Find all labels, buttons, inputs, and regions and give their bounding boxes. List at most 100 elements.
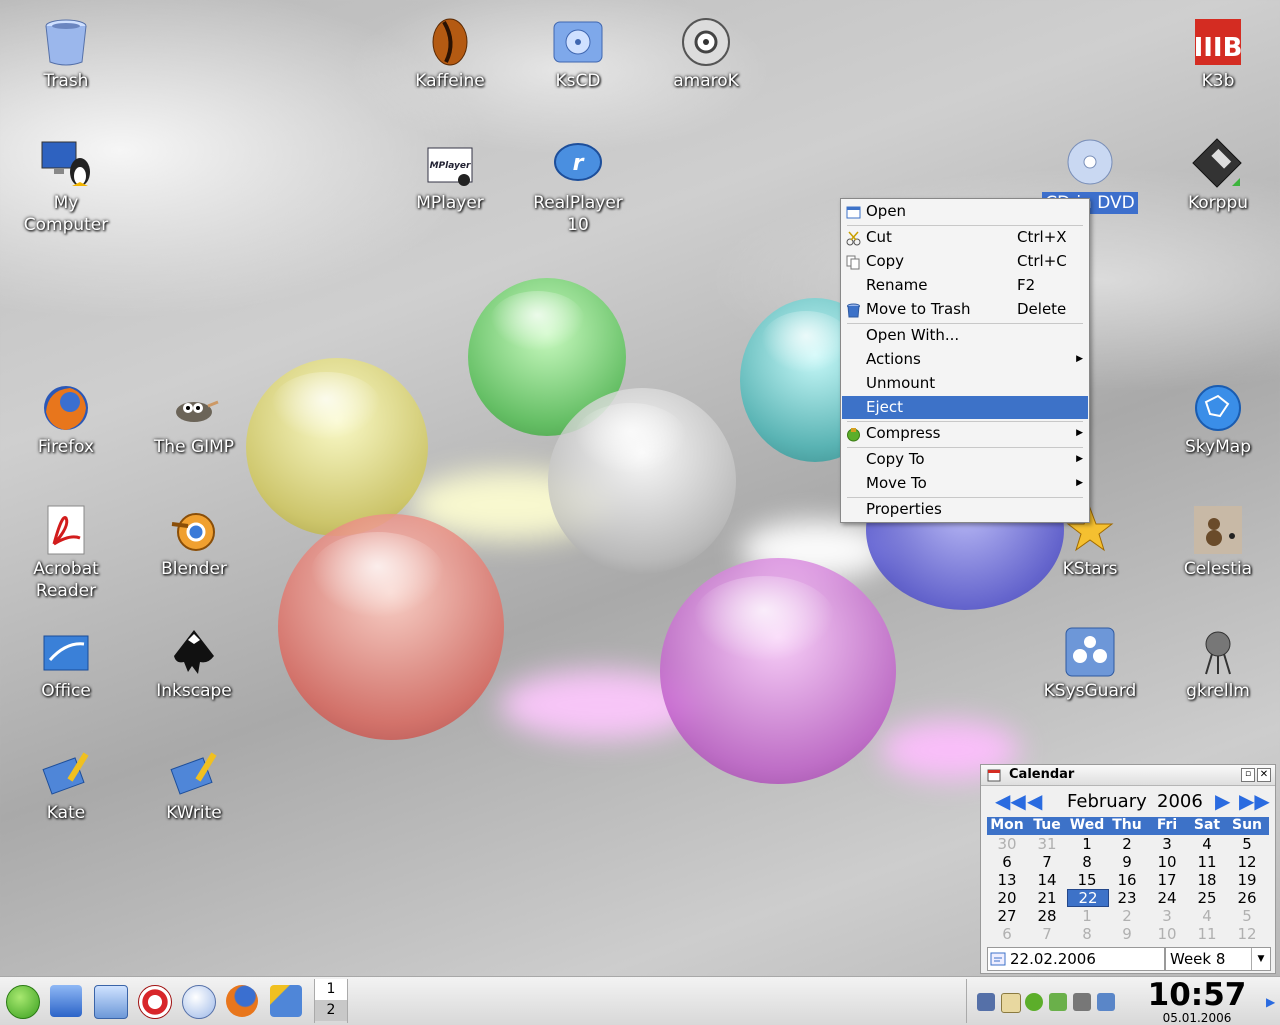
calendar-day[interactable]: 2 [1107, 907, 1147, 925]
calendar-day[interactable]: 4 [1187, 835, 1227, 853]
calendar-day[interactable]: 24 [1147, 889, 1187, 907]
desktop-icon-kaffeine[interactable]: Kaffeine [388, 16, 512, 92]
calendar-day[interactable]: 26 [1227, 889, 1267, 907]
week-select[interactable]: Week 8 ▼ [1165, 947, 1271, 971]
calendar-day[interactable]: 18 [1187, 871, 1227, 889]
next-year-icon[interactable]: ▶▶ [1239, 791, 1270, 811]
desktop-icon-realplayer[interactable]: r RealPlayer 10 [516, 138, 640, 236]
desktop-icon-gkrellm[interactable]: gkrellm [1156, 626, 1280, 702]
volume-icon[interactable] [1073, 993, 1091, 1011]
menu-item-move-to-trash[interactable]: Move to Trash Delete [842, 298, 1088, 321]
desktop-icon-skymap[interactable]: SkyMap [1156, 382, 1280, 458]
menu-item-unmount[interactable]: Unmount [842, 372, 1088, 395]
pager-desktop-2[interactable]: 2 [315, 1000, 347, 1021]
calendar-day[interactable]: 31 [1027, 835, 1067, 853]
calendar-day[interactable]: 3 [1147, 907, 1187, 925]
calendar-day[interactable]: 28 [1027, 907, 1067, 925]
calendar-day[interactable]: 19 [1227, 871, 1267, 889]
kate-icon[interactable] [270, 985, 302, 1017]
previous-year-icon[interactable]: ◀◀ [995, 791, 1026, 811]
calendar-day[interactable]: 7 [1027, 925, 1067, 943]
calendar-day[interactable]: 11 [1187, 925, 1227, 943]
calendar-day[interactable]: 10 [1147, 925, 1187, 943]
desktop-icon-kate[interactable]: Kate [4, 748, 128, 824]
close-icon[interactable]: ✕ [1257, 768, 1271, 782]
calendar-year[interactable]: 2006 [1157, 791, 1203, 812]
calendar-day[interactable]: 9 [1107, 853, 1147, 871]
desktop-icon-inkscape[interactable]: Inkscape [132, 626, 256, 702]
calendar-day[interactable]: 22 [1067, 889, 1109, 907]
calendar-day[interactable]: 5 [1227, 835, 1267, 853]
settings-icon[interactable] [1097, 993, 1115, 1011]
calendar-day[interactable]: 4 [1187, 907, 1227, 925]
previous-month-icon[interactable]: ◀ [1027, 791, 1042, 811]
desktop-icon-k3b[interactable]: IIIB K3b [1156, 16, 1280, 92]
calendar-day[interactable]: 1 [1067, 907, 1107, 925]
calendar-day[interactable]: 1 [1067, 835, 1107, 853]
calendar-day[interactable]: 12 [1227, 925, 1267, 943]
firefox-icon[interactable] [226, 985, 258, 1017]
desktop-icon-blender[interactable]: Blender [132, 504, 256, 580]
menu-item-move-to[interactable]: Move To ▶ [842, 472, 1088, 495]
calendar-day[interactable]: 25 [1187, 889, 1227, 907]
home-icon[interactable] [50, 985, 82, 1017]
menu-item-copy-to[interactable]: Copy To ▶ [842, 448, 1088, 471]
menu-item-compress[interactable]: Compress ▶ [842, 422, 1088, 445]
desktop[interactable]: Trash Kaffeine KsCD amaroK IIIB K3b My C… [0, 0, 1280, 976]
calendar-day[interactable]: 17 [1147, 871, 1187, 889]
calendar-day[interactable]: 11 [1187, 853, 1227, 871]
desktop-icon-ksysguard[interactable]: KSysGuard [1028, 626, 1152, 702]
panel-hide-arrow-icon[interactable]: ▶ [1266, 995, 1275, 1009]
calendar-day[interactable]: 8 [1067, 925, 1107, 943]
calendar-day[interactable]: 6 [987, 853, 1027, 871]
calendar-titlebar[interactable]: Calendar ▫ ✕ [981, 765, 1275, 786]
desktop-icon-kscd[interactable]: KsCD [516, 16, 640, 92]
desktop-icon-kwrite[interactable]: KWrite [132, 748, 256, 824]
calendar-day[interactable]: 10 [1147, 853, 1187, 871]
calendar-day[interactable]: 20 [987, 889, 1027, 907]
suse-menu-icon[interactable] [6, 985, 40, 1019]
calendar-day[interactable]: 30 [987, 835, 1027, 853]
display-icon[interactable] [1049, 993, 1067, 1011]
desktop-icon-mplayer[interactable]: MPlayer MPlayer [388, 138, 512, 214]
calendar-day[interactable]: 12 [1227, 853, 1267, 871]
menu-item-open[interactable]: Open [842, 200, 1088, 223]
desktop-icon-amarok[interactable]: amaroK [644, 16, 768, 92]
menu-item-actions[interactable]: Actions ▶ [842, 348, 1088, 371]
desktop-icon[interactable] [94, 985, 128, 1019]
menu-item-eject[interactable]: Eject [842, 396, 1088, 419]
next-month-icon[interactable]: ▶ [1215, 791, 1230, 811]
klipper-icon[interactable] [1001, 993, 1021, 1013]
date-field[interactable]: 22.02.2006 [987, 947, 1165, 971]
calendar-day[interactable]: 7 [1027, 853, 1067, 871]
calendar-day[interactable]: 21 [1027, 889, 1067, 907]
suse-updater-icon[interactable] [1025, 993, 1043, 1011]
calendar-day[interactable]: 16 [1107, 871, 1147, 889]
maximize-icon[interactable]: ▫ [1241, 768, 1255, 782]
menu-item-copy[interactable]: Copy Ctrl+C [842, 250, 1088, 273]
desktop-icon-trash[interactable]: Trash [4, 16, 128, 92]
desktop-icon-celestia[interactable]: Celestia [1156, 504, 1280, 580]
menu-item-rename[interactable]: Rename F2 [842, 274, 1088, 297]
desktop-icon-firefox[interactable]: Firefox [4, 382, 128, 458]
desktop-icon-office[interactable]: Office [4, 626, 128, 702]
calendar-day[interactable]: 13 [987, 871, 1027, 889]
desktop-icon-gimp[interactable]: The GIMP [132, 382, 256, 458]
network-icon[interactable] [977, 993, 995, 1011]
calendar-day[interactable]: 2 [1107, 835, 1147, 853]
clock-time[interactable]: 10:57 [1130, 977, 1264, 1013]
pager-desktop-1[interactable]: 1 [315, 979, 347, 1000]
desktop-icon-acrobat[interactable]: Acrobat Reader [4, 504, 128, 602]
menu-item-cut[interactable]: Cut Ctrl+X [842, 226, 1088, 249]
menu-item-open-with[interactable]: Open With... [842, 324, 1088, 347]
calendar-day[interactable]: 15 [1067, 871, 1107, 889]
calendar-month[interactable]: February [1067, 791, 1147, 812]
calendar-picker-icon[interactable] [990, 951, 1006, 973]
calendar-day[interactable]: 3 [1147, 835, 1187, 853]
desktop-icon-korppu[interactable]: Korppu [1156, 138, 1280, 214]
help-icon[interactable] [138, 985, 172, 1019]
calendar-day[interactable]: 14 [1027, 871, 1067, 889]
menu-item-properties[interactable]: Properties [842, 498, 1088, 521]
calendar-day[interactable]: 27 [987, 907, 1027, 925]
desktop-icon-my-computer[interactable]: My Computer [4, 138, 128, 236]
